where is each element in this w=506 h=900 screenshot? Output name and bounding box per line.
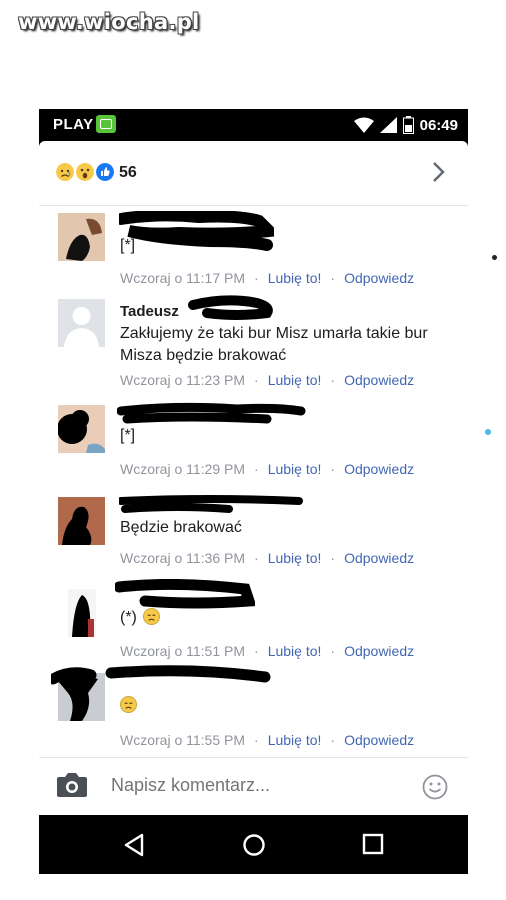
comment-meta: Wczoraj o 11:17 PM · Lubię to! · Odpowiedz	[120, 270, 415, 286]
carrier-app-icon	[96, 115, 116, 133]
reply-link[interactable]: Odpowiedz	[344, 372, 414, 388]
battery-icon	[402, 116, 414, 134]
comment-text: [*]	[120, 237, 136, 254]
commenter-name[interactable]: Tadeusz	[120, 303, 179, 320]
camera-icon[interactable]	[56, 772, 88, 798]
chevron-right-icon[interactable]	[432, 161, 446, 183]
recents-icon[interactable]	[362, 833, 384, 855]
comment-timestamp: Wczoraj o 11:36 PM	[120, 550, 246, 566]
site-watermark: www.wiocha.pl	[18, 10, 200, 34]
signal-icon	[379, 117, 397, 133]
comment-timestamp: Wczoraj o 11:51 PM	[120, 643, 246, 659]
reactions-bar[interactable]: 56	[39, 141, 468, 206]
wow-emoji-icon	[76, 163, 94, 181]
comment-timestamp: Wczoraj o 11:17 PM	[120, 270, 246, 286]
comment-meta: Wczoraj o 11:36 PM · Lubię to! · Odpowiedz	[120, 550, 415, 566]
like-link[interactable]: Lubię to!	[268, 270, 322, 286]
like-link[interactable]: Lubię to!	[268, 643, 322, 659]
home-icon[interactable]	[242, 833, 266, 857]
comment-meta: Wczoraj o 11:29 PM · Lubię to! · Odpowiedz	[120, 461, 415, 477]
emoji-picker-icon[interactable]	[422, 774, 448, 800]
sad-emoji-icon	[143, 608, 161, 625]
reply-link[interactable]: Odpowiedz	[344, 270, 414, 286]
comment-input[interactable]	[109, 774, 403, 797]
redaction-scribble	[119, 495, 303, 513]
redaction-scribble	[188, 295, 273, 320]
comment-timestamp: Wczoraj o 11:29 PM	[120, 461, 246, 477]
avatar[interactable]	[58, 299, 105, 347]
status-icons: 06:49	[353, 115, 458, 135]
stray-dot	[485, 429, 491, 435]
comment-meta: Wczoraj o 11:55 PM · Lubię to! · Odpowiedz	[120, 732, 415, 748]
comment-text	[120, 695, 450, 717]
comment-text: (*)	[120, 607, 450, 629]
comment-composer	[39, 757, 468, 816]
back-icon[interactable]	[123, 833, 145, 857]
phone-screen: PLAY 06:49 56 [*] Wczoraj o 11:17 PM · L…	[39, 109, 468, 874]
wifi-icon	[353, 117, 374, 133]
status-bar: PLAY 06:49	[39, 109, 468, 141]
comment-text: [*]	[120, 427, 136, 444]
avatar[interactable]	[58, 497, 105, 545]
reply-link[interactable]: Odpowiedz	[344, 643, 414, 659]
like-link[interactable]: Lubię to!	[268, 550, 322, 566]
carrier-label: PLAY	[53, 116, 94, 133]
comment-timestamp: Wczoraj o 11:55 PM	[120, 732, 246, 748]
comment-meta: Wczoraj o 11:51 PM · Lubię to! · Odpowiedz	[120, 643, 415, 659]
comment-text-value: (*)	[120, 609, 137, 626]
avatar[interactable]	[58, 213, 105, 261]
reaction-count: 56	[119, 164, 137, 181]
like-icon	[96, 163, 114, 181]
sad-emoji-icon	[56, 163, 74, 181]
comment-timestamp: Wczoraj o 11:23 PM	[120, 372, 246, 388]
like-link[interactable]: Lubię to!	[268, 372, 322, 388]
sad-emoji-icon	[120, 696, 137, 713]
comments-sheet: 56 [*] Wczoraj o 11:17 PM · Lubię to! · Odpo…	[39, 141, 468, 816]
like-link[interactable]: Lubię to!	[268, 461, 322, 477]
like-link[interactable]: Lubię to!	[268, 732, 322, 748]
comment-text: Będzie brakować	[120, 519, 242, 536]
avatar[interactable]	[68, 589, 96, 637]
stray-dot	[492, 255, 497, 260]
comment-meta: Wczoraj o 11:23 PM · Lubię to! · Odpowiedz	[120, 372, 415, 388]
reply-link[interactable]: Odpowiedz	[344, 461, 414, 477]
reply-link[interactable]: Odpowiedz	[344, 550, 414, 566]
android-nav-bar	[39, 815, 468, 874]
clock: 06:49	[419, 116, 458, 134]
reply-link[interactable]: Odpowiedz	[344, 732, 414, 748]
comment-text: Zakłujemy że taki bur Misz umarła takie …	[120, 325, 428, 364]
avatar[interactable]	[58, 405, 105, 453]
